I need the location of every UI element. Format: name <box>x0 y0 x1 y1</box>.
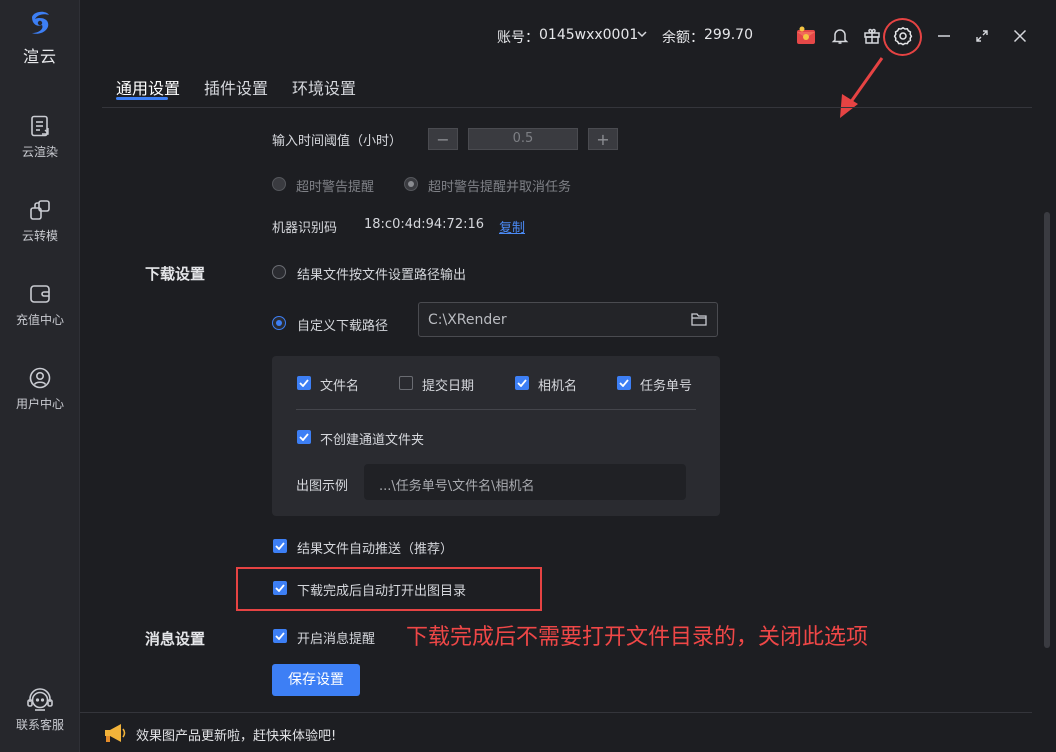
check-icon <box>299 379 309 387</box>
sidebar-item-support[interactable]: 联系客服 <box>0 688 80 733</box>
tab-general-settings[interactable]: 通用设置 <box>116 75 180 99</box>
example-output-box: ...\任务单号\文件名\相机名 <box>364 464 686 500</box>
no-channel-folder-checkbox[interactable] <box>297 430 311 444</box>
sidebar-item-label: 用户中心 <box>15 397 64 411</box>
custom-path-radio[interactable] <box>272 316 286 330</box>
annotation-note: 下载完成后不需要打开文件目录的，关闭此选项 <box>406 625 869 650</box>
tab-environment-settings[interactable]: 环境设置 <box>292 75 356 99</box>
user-icon <box>29 367 51 389</box>
check-icon <box>619 379 629 387</box>
custom-path-input[interactable]: C:\XRender <box>418 302 718 337</box>
annotation-arrow-icon <box>840 57 884 118</box>
download-section-title: 下载设置 <box>145 265 206 283</box>
task-number-checkbox[interactable] <box>617 376 631 390</box>
custom-path-value: C:\XRender <box>428 312 507 328</box>
brand-logo[interactable]: 渲云 <box>0 8 80 67</box>
gift-icon <box>864 28 880 44</box>
check-icon <box>275 584 285 592</box>
check-icon <box>299 433 309 441</box>
threshold-increase-button[interactable]: + <box>588 128 618 150</box>
sidebar-item-label: 联系客服 <box>15 718 64 732</box>
minimize-button[interactable] <box>932 24 956 48</box>
notification-button[interactable] <box>828 24 852 48</box>
check-icon <box>275 542 285 550</box>
bottom-notice-text: 效果图产品更新啦，赶快来体验吧! <box>136 729 337 744</box>
sidebar-item-user-center[interactable]: 用户中心 <box>0 366 80 412</box>
gift-button[interactable] <box>860 24 884 48</box>
no-channel-folder-label: 不创建通道文件夹 <box>320 433 425 448</box>
camera-name-checkbox[interactable] <box>515 376 529 390</box>
machine-code-label: 机器识别码 <box>272 221 338 236</box>
timeout-warn-cancel-radio[interactable] <box>404 177 418 191</box>
tab-plugin-settings[interactable]: 插件设置 <box>204 75 268 99</box>
brand-name: 渲云 <box>22 47 57 66</box>
sidebar-item-label: 云转模 <box>21 229 58 243</box>
brand-logo-icon <box>32 11 49 34</box>
enable-notify-checkbox[interactable] <box>273 629 287 643</box>
scrollbar-thumb[interactable] <box>1044 212 1050 648</box>
close-icon <box>1013 29 1027 43</box>
submit-date-checkbox[interactable] <box>399 376 413 390</box>
task-number-checkbox-label: 任务单号 <box>640 379 693 394</box>
balance-value: 299.70 <box>704 27 753 43</box>
output-by-file-label: 结果文件按文件设置路径输出 <box>297 268 467 283</box>
output-by-file-radio[interactable] <box>272 265 286 279</box>
megaphone-icon <box>105 724 126 742</box>
document-icon <box>31 115 49 137</box>
auto-open-folder-label: 下载完成后自动打开出图目录 <box>297 584 467 599</box>
headset-icon <box>27 688 53 711</box>
close-button[interactable] <box>1008 24 1032 48</box>
account-dropdown[interactable] <box>636 28 648 44</box>
bottom-divider <box>80 712 1032 713</box>
auto-push-label: 结果文件自动推送（推荐） <box>297 542 454 557</box>
timeout-warn-label: 超时警告提醒 <box>296 180 375 195</box>
enable-notify-label: 开启消息提醒 <box>297 632 376 647</box>
promo-button[interactable] <box>794 24 818 48</box>
message-section-title: 消息设置 <box>145 630 206 648</box>
custom-path-label: 自定义下载路径 <box>297 319 389 334</box>
account-label: 账号： <box>497 30 539 46</box>
example-label: 出图示例 <box>296 479 349 494</box>
threshold-decrease-button[interactable]: − <box>428 128 458 150</box>
balance-label: 余额： <box>662 30 704 46</box>
check-icon <box>275 632 285 640</box>
sidebar-item-label: 充值中心 <box>15 313 64 327</box>
sidebar-item-cloud-render[interactable]: 云渲染 <box>0 114 80 160</box>
threshold-value-input[interactable]: 0.5 <box>468 128 578 150</box>
sidebar: 渲云 云渲染 云转模 充值中心 用户中心 联系客服 <box>0 0 80 752</box>
minimize-icon <box>938 35 950 37</box>
expand-icon <box>976 30 988 42</box>
threshold-label: 输入时间阈值（小时） <box>272 134 403 149</box>
timeout-warn-radio[interactable] <box>272 177 286 191</box>
filename-checkbox[interactable] <box>297 376 311 390</box>
account-value[interactable]: 0145wxx0001 <box>539 27 638 43</box>
sidebar-item-label: 云渲染 <box>21 145 58 159</box>
chevron-down-icon <box>637 31 647 38</box>
tab-divider <box>102 107 1032 108</box>
settings-highlight-circle <box>883 18 922 56</box>
active-tab-indicator <box>116 97 168 100</box>
auto-open-folder-checkbox[interactable] <box>273 581 287 595</box>
sidebar-item-recharge[interactable]: 充值中心 <box>0 282 80 328</box>
submit-date-checkbox-label: 提交日期 <box>422 379 475 394</box>
folder-icon <box>691 313 707 326</box>
check-icon <box>517 379 527 387</box>
save-settings-button[interactable]: 保存设置 <box>272 664 360 696</box>
timeout-warn-cancel-label: 超时警告提醒并取消任务 <box>428 180 572 195</box>
auto-push-checkbox[interactable] <box>273 539 287 553</box>
panel-divider <box>296 409 696 410</box>
camera-name-checkbox-label: 相机名 <box>538 379 578 394</box>
red-envelope-icon <box>797 26 815 44</box>
example-output-value: ...\任务单号\文件名\相机名 <box>379 479 535 494</box>
convert-icon <box>30 200 50 220</box>
filename-checkbox-label: 文件名 <box>320 379 360 394</box>
machine-code-value: 18:c0:4d:94:72:16 <box>364 217 485 232</box>
copy-link[interactable]: 复制 <box>499 217 525 236</box>
maximize-button[interactable] <box>970 24 994 48</box>
sidebar-item-cloud-convert[interactable]: 云转模 <box>0 198 80 244</box>
wallet-icon <box>30 285 50 303</box>
bell-icon <box>831 29 849 44</box>
